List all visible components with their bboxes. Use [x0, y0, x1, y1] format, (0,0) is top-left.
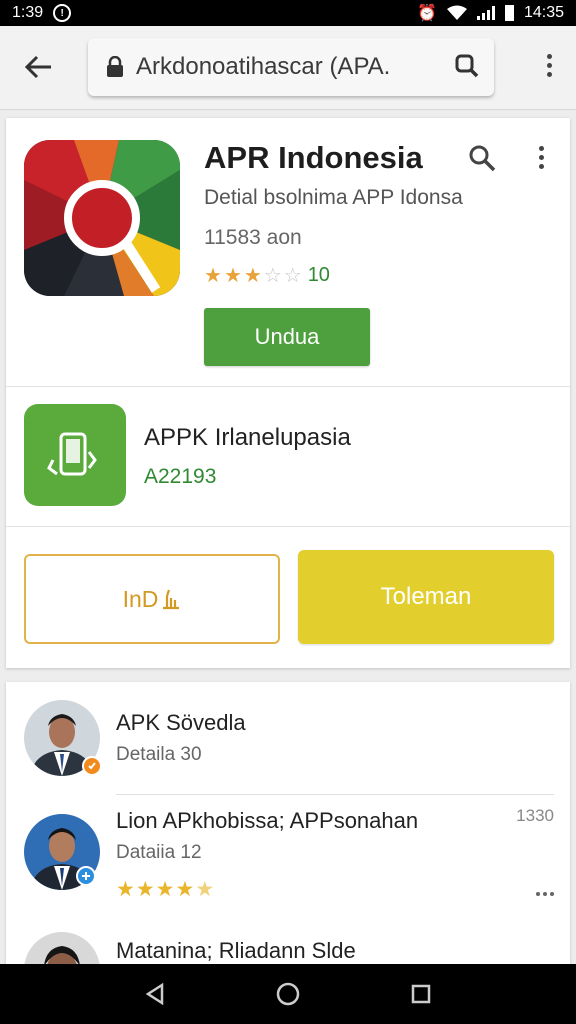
- sub-app-icon[interactable]: [24, 404, 126, 506]
- divider: [116, 794, 554, 795]
- reviews-card: APK Sövedla Detaila 30 Lion APkhobissa; …: [6, 682, 570, 982]
- app-rating: ★ ★ ★ ☆ ☆ 10: [204, 264, 330, 287]
- star-icon: ☆: [263, 264, 282, 287]
- back-nav-icon[interactable]: [144, 982, 166, 1006]
- rating-count: 10: [307, 264, 330, 286]
- app-menu-icon[interactable]: [539, 146, 544, 169]
- item-detail: Detaila 30: [116, 744, 202, 765]
- item-detail: Dataiia 12: [116, 842, 202, 863]
- list-item[interactable]: Lion APkhobissa; APPsonahan 1330 Dataiia…: [6, 796, 570, 926]
- divider: [6, 526, 570, 527]
- item-title: Lion APkhobissa; APPsonahan: [116, 808, 419, 833]
- notification-icon: !: [53, 4, 72, 22]
- app-subtitle: Detial bsolnima APP Idonsa: [204, 186, 463, 209]
- primary-action-button[interactable]: Toleman: [298, 550, 554, 644]
- status-time-right: 14:35: [523, 4, 564, 21]
- browser-toolbar: Arkdonoatihascar (APA.: [0, 26, 576, 110]
- status-right: ⏰ 14:35: [417, 3, 564, 23]
- status-badge: [82, 756, 102, 776]
- alarm-icon: ⏰: [417, 5, 437, 22]
- sub-app-code: A22193: [144, 465, 217, 488]
- overflow-menu-icon[interactable]: [547, 54, 552, 77]
- search-icon[interactable]: [454, 53, 480, 79]
- list-item[interactable]: APK Sövedla Detaila 30: [6, 682, 570, 792]
- app-size: 11583 aon: [204, 226, 302, 249]
- status-left: 1:39 !: [12, 4, 72, 22]
- divider: [6, 386, 570, 387]
- star-icon: ☆: [283, 264, 302, 287]
- battery-icon: [504, 5, 514, 21]
- check-icon: [88, 762, 96, 770]
- search-icon[interactable]: [468, 144, 496, 172]
- home-icon[interactable]: [275, 981, 301, 1007]
- outline-action-button[interactable]: InD: [24, 554, 280, 644]
- lock-icon: [107, 56, 123, 77]
- url-bar[interactable]: Arkdonoatihascar (APA.: [88, 38, 494, 96]
- install-button[interactable]: Undua: [204, 308, 370, 366]
- item-title: Matanina; Rliadann Slde: [116, 938, 356, 963]
- star-icon: ★: [243, 264, 262, 287]
- app-title: APR Indonesia: [204, 140, 423, 175]
- star-icon: ★: [175, 878, 195, 901]
- hand-icon: [163, 589, 180, 610]
- app-logo[interactable]: [24, 140, 180, 296]
- status-time-left: 1:39: [12, 4, 44, 21]
- plus-icon: [82, 872, 90, 880]
- sub-app-title: APPK Irlanelupasia: [144, 424, 351, 451]
- back-arrow-icon: [25, 55, 51, 79]
- outline-action-label: InD: [122, 585, 159, 612]
- status-bar: 1:39 ! ⏰ 14:35: [0, 0, 576, 26]
- item-time: 1330: [516, 806, 554, 825]
- item-rating: ★ ★ ★ ★ ★: [116, 878, 215, 901]
- star-icon: ★: [116, 878, 135, 901]
- status-badge: [76, 866, 96, 886]
- phone-icon: [47, 432, 97, 476]
- star-icon: ★: [223, 264, 242, 287]
- star-icon: ★: [135, 878, 155, 901]
- star-icon: ★: [155, 878, 175, 901]
- url-text: Arkdonoatihascar (APA.: [136, 53, 391, 80]
- app-card: APR Indonesia Detial bsolnima APP Idonsa…: [6, 118, 570, 668]
- recents-icon[interactable]: [410, 983, 432, 1005]
- signal-icon: [476, 6, 495, 20]
- star-icon: ★: [204, 264, 222, 287]
- back-button[interactable]: [22, 50, 56, 84]
- navigation-bar: [0, 964, 576, 1024]
- wifi-icon: [446, 5, 467, 20]
- item-title: APK Sövedla: [116, 710, 246, 735]
- star-icon: ★: [195, 878, 215, 901]
- item-menu-icon[interactable]: [536, 892, 554, 896]
